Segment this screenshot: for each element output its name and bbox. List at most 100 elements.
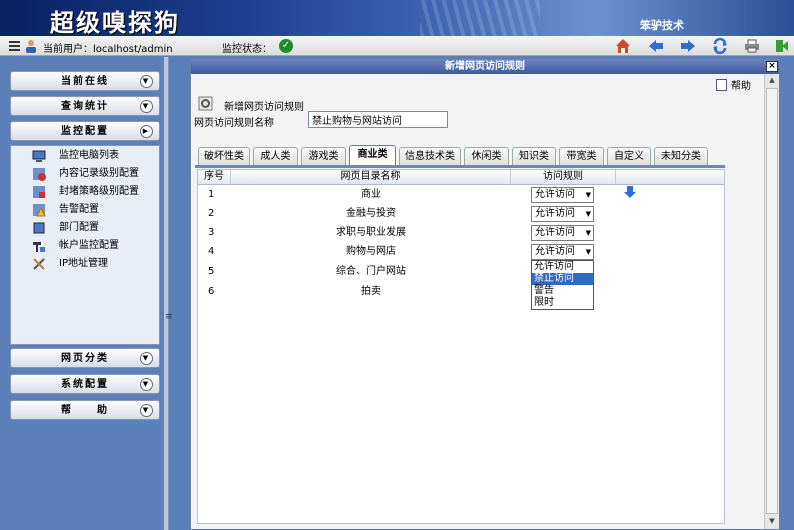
user-icon [26, 40, 36, 53]
monitor-status-label: 监控状态： [222, 44, 272, 55]
dialog-body: 帮助 新增网页访问规则 网页访问规则名称 破坏性类 成人类 游戏类 商业类 信息… [192, 74, 764, 529]
splitter-bar[interactable] [164, 57, 169, 530]
dropdown-option-deny[interactable]: 禁止访问 [532, 273, 593, 285]
refresh-icon[interactable] [712, 38, 728, 54]
tab-destructive[interactable]: 破坏性类 [198, 147, 250, 166]
dropdown-option-time-limit[interactable]: 限时 [532, 297, 593, 309]
dropdown-option-allow[interactable]: 允许访问 [532, 261, 593, 273]
tab-uncategorized[interactable]: 未知分类 [654, 147, 708, 166]
sidebar-splitter[interactable]: ≡ [164, 57, 190, 530]
sidebar-section-online[interactable]: 当前在线 ▼ [10, 71, 160, 91]
banner-decoration [420, 0, 540, 36]
sidebar-section-system-config[interactable]: 系统配置 ▼ [10, 374, 160, 394]
rule-name-label: 网页访问规则名称 [194, 118, 274, 129]
forward-arrow-icon[interactable] [680, 38, 696, 54]
table-row-no: 3 [208, 227, 215, 238]
dropdown-option-warn[interactable]: 警告 [532, 285, 593, 297]
table-row-name: 综合、门户网站 [336, 266, 406, 277]
sidebar-section-label: 系统配置 [61, 379, 109, 390]
table-row-name: 拍卖 [361, 286, 381, 297]
help-button[interactable]: 帮助 [716, 77, 751, 92]
scroll-up-icon[interactable]: ▲ [767, 76, 777, 84]
sidebar-section-label: 监控配置 [61, 126, 109, 137]
status-ok-icon: ✓ [279, 39, 293, 53]
table-row-no: 6 [208, 286, 215, 297]
new-rule-dialog: 新增网页访问规则 × 帮助 新增网页访问规则 网页访问规则名称 破坏性类 成人类… [190, 58, 780, 530]
app-title: 超级嗅探狗 [50, 8, 180, 36]
exit-icon[interactable] [774, 38, 790, 54]
tab-knowledge[interactable]: 知识类 [512, 147, 556, 166]
dialog-scrollbar[interactable]: ▲ ▼ [764, 74, 779, 529]
back-arrow-icon[interactable] [648, 38, 664, 54]
department-icon [33, 222, 45, 234]
close-icon[interactable]: × [766, 61, 778, 72]
menu-icon[interactable] [9, 41, 20, 51]
table-row-name: 金融与投资 [346, 208, 396, 219]
rule-select[interactable]: 允许访问 ▼ [531, 187, 594, 203]
rule-name-input[interactable] [308, 111, 448, 128]
chevron-down-icon: ▼ [140, 352, 153, 365]
current-user-label: 当前用户：localhost/admin [43, 44, 173, 55]
tab-leisure[interactable]: 休闲类 [464, 147, 509, 166]
dropdown-arrow-icon: ▼ [585, 229, 591, 237]
chevron-down-icon: ▼ [140, 404, 153, 417]
rule-select-open[interactable]: 允许访问 ▼ [531, 244, 594, 260]
company-name: 笨驴技术 [640, 19, 684, 32]
chevron-down-icon: ▼ [140, 100, 153, 113]
sidebar-section-monitor-config[interactable]: 监控配置 ▶ [10, 121, 160, 141]
sidebar-section-web-category[interactable]: 网页分类 ▼ [10, 348, 160, 368]
sidebar-section-label: 查询统计 [61, 101, 109, 112]
splitter-grip-icon[interactable]: ≡ [165, 312, 173, 322]
print-icon[interactable] [744, 38, 760, 54]
table-row-name: 购物与网店 [346, 246, 396, 257]
category-rules-table: 序号 网页目录名称 访问规则 1 商业 允许访问 ▼ 2 金融与投资 允许访问 ▼ … [197, 169, 725, 524]
home-icon[interactable] [615, 38, 631, 54]
settings-icon [198, 96, 213, 111]
column-header-no: 序号 [198, 170, 231, 185]
rule-select[interactable]: 允许访问 ▼ [531, 225, 594, 241]
sidebar-section-label: 网页分类 [61, 353, 109, 364]
chevron-right-icon: ▶ [140, 125, 153, 138]
monitor-icon [32, 150, 46, 162]
app-banner: 超级嗅探狗 笨驴技术 [0, 0, 794, 36]
account-icon [33, 242, 45, 252]
category-tabs: 破坏性类 成人类 游戏类 商业类 信息技术类 休闲类 知识类 带宽类 自定义 未… [198, 145, 758, 166]
tab-games[interactable]: 游戏类 [301, 147, 346, 166]
table-row-no: 4 [208, 246, 215, 257]
record-icon [33, 168, 46, 181]
tab-underline [195, 165, 725, 168]
dropdown-arrow-icon: ▼ [585, 210, 591, 218]
dialog-title: 新增网页访问规则 [191, 59, 779, 74]
help-doc-icon [716, 79, 727, 91]
chevron-down-icon: ▼ [140, 75, 153, 88]
scroll-down-icon[interactable]: ▼ [767, 517, 777, 525]
tools-icon [33, 258, 45, 270]
rule-dropdown-list: 允许访问 禁止访问 警告 限时 [531, 260, 594, 310]
table-row-no: 2 [208, 208, 215, 219]
chevron-down-icon: ▼ [140, 378, 153, 391]
sidebar-section-label: 帮 助 [61, 405, 109, 416]
block-icon [33, 186, 45, 198]
table-row-name: 商业 [361, 189, 381, 200]
column-header-blank [616, 170, 724, 185]
tab-business[interactable]: 商业类 [349, 145, 396, 166]
column-header-name: 网页目录名称 [231, 170, 511, 185]
table-row-no: 1 [208, 189, 215, 200]
tab-custom[interactable]: 自定义 [607, 147, 651, 166]
sidebar: 当前在线 ▼ 查询统计 ▼ 监控配置 ▶ 监控电脑列表 内容记录级别配置 封堵策… [0, 57, 163, 530]
tab-bandwidth[interactable]: 带宽类 [559, 147, 604, 166]
status-bar: 当前用户：localhost/admin 监控状态： ✓ [0, 36, 794, 56]
scrollbar-thumb[interactable] [766, 88, 778, 514]
rule-heading: 新增网页访问规则 [224, 102, 304, 113]
sidebar-section-stats[interactable]: 查询统计 ▼ [10, 96, 160, 116]
tab-information-technology[interactable]: 信息技术类 [399, 147, 461, 166]
tab-adult[interactable]: 成人类 [253, 147, 298, 166]
apply-down-arrow-icon[interactable] [623, 185, 637, 199]
rule-select[interactable]: 允许访问 ▼ [531, 206, 594, 222]
table-row-name: 求职与职业发展 [336, 227, 406, 238]
dropdown-arrow-icon: ▼ [585, 248, 591, 256]
column-header-rule: 访问规则 [511, 170, 616, 185]
sidebar-section-help[interactable]: 帮 助 ▼ [10, 400, 160, 420]
dropdown-arrow-icon: ▼ [585, 191, 591, 199]
sidebar-section-label: 当前在线 [61, 76, 109, 87]
